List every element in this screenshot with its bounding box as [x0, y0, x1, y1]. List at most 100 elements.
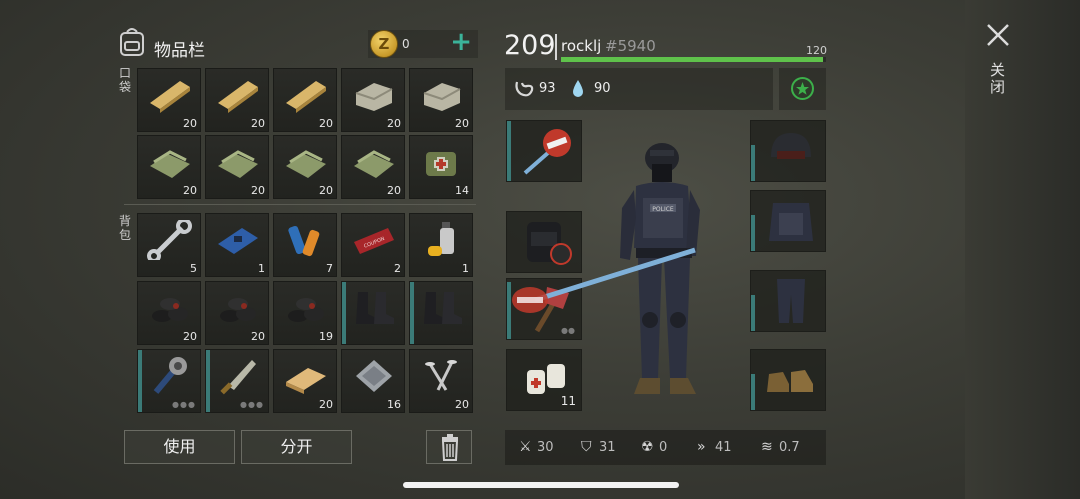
- stop-sign-weapon-icon: [517, 125, 577, 181]
- close-icon[interactable]: [985, 22, 1011, 48]
- trash-button[interactable]: [426, 430, 472, 464]
- item-count: 7: [326, 262, 333, 275]
- svg-text:POLICE: POLICE: [652, 206, 674, 213]
- item-count: 19: [319, 330, 333, 343]
- pocket-slot-cloth[interactable]: 20: [137, 135, 201, 199]
- trash-icon: [441, 434, 459, 461]
- backpack-slot-spray-can[interactable]: 1: [409, 213, 473, 277]
- item-count: 20: [387, 184, 401, 197]
- home-indicator: [403, 482, 679, 488]
- right-shade: [965, 0, 1080, 499]
- quality-dots: ●●: [561, 326, 575, 335]
- durability-bar: [206, 350, 210, 412]
- armor-value: 31: [599, 440, 616, 455]
- equip-slot-tactical-pants[interactable]: [750, 270, 826, 332]
- held-weapon: [512, 247, 696, 313]
- item-count: 16: [387, 398, 401, 411]
- backpack-slot-batteries[interactable]: 7: [273, 213, 337, 277]
- food-value: 93: [539, 81, 556, 96]
- player-id: #5940: [605, 37, 656, 55]
- speed-stat: » 41: [697, 439, 732, 455]
- xp-bar: [561, 57, 826, 62]
- coin-count: 0: [402, 37, 410, 51]
- pocket-slot-cloth[interactable]: 20: [341, 135, 405, 199]
- quality-dots: ●●●: [172, 400, 196, 409]
- use-button[interactable]: 使用: [124, 430, 235, 464]
- item-count: 20: [183, 117, 197, 130]
- durability-bar: [138, 350, 142, 412]
- backpack-slot-boots[interactable]: [409, 281, 473, 345]
- durability-bar: [342, 282, 346, 344]
- armor-stat: ⛉ 31: [581, 439, 616, 455]
- backpack-slot-coal[interactable]: 20: [137, 281, 201, 345]
- rank-button[interactable]: [779, 68, 826, 110]
- pocket-slot-plank[interactable]: 20: [273, 68, 337, 132]
- item-count: 1: [258, 262, 265, 275]
- backpack-label: 背包: [119, 214, 132, 242]
- backpack-slot-wood-block[interactable]: 20: [273, 349, 337, 413]
- backpack-slot-coal[interactable]: 20: [205, 281, 269, 345]
- running-icon: »: [697, 439, 706, 455]
- pocket-slot-cloth[interactable]: 20: [273, 135, 337, 199]
- backpack-slot-combat-gear-coupon[interactable]: COUPON 2: [341, 213, 405, 277]
- item-count: 20: [387, 117, 401, 130]
- equip-slot-stop-sign-weapon[interactable]: [506, 120, 582, 182]
- attack-value: 30: [537, 440, 554, 455]
- item-count: 20: [319, 398, 333, 411]
- helmet-icon: [761, 125, 821, 181]
- backpack-slot-machete[interactable]: ●●●: [205, 349, 269, 413]
- backpack-slot-metal-plate[interactable]: 16: [341, 349, 405, 413]
- police-vest-icon: [761, 195, 821, 251]
- radiation-value: 0: [659, 440, 668, 455]
- stealth-icon: ≋: [761, 439, 773, 455]
- pocket-slot-stone[interactable]: 20: [341, 68, 405, 132]
- item-count: 5: [190, 262, 197, 275]
- inventory-header: 物品栏 Z 0 +: [118, 26, 478, 62]
- backpack-slot-spiked-club[interactable]: ●●●: [137, 349, 201, 413]
- equip-slot-police-vest[interactable]: [750, 190, 826, 252]
- item-count: 2: [394, 262, 401, 275]
- pocket-slot-stone[interactable]: 20: [409, 68, 473, 132]
- sword-icon: ⚔: [519, 439, 532, 455]
- pocket-slot-cloth[interactable]: 20: [205, 135, 269, 199]
- item-count: 20: [251, 184, 265, 197]
- stealth-value: 0.7: [779, 440, 800, 455]
- player-level: 209: [504, 30, 556, 61]
- item-count: 20: [183, 184, 197, 197]
- pocket-slot-plank[interactable]: 20: [205, 68, 269, 132]
- defense-stats-bar: ⚔ 30 ⛉ 31 ☢ 0 » 41 ≋ 0.7: [505, 430, 826, 465]
- player-name: rocklj: [561, 37, 602, 55]
- pocket-slot-plank[interactable]: 20: [137, 68, 201, 132]
- name-separator: [555, 34, 557, 60]
- tactical-pants-icon: [761, 275, 821, 331]
- quality-dots: ●●●: [240, 400, 264, 409]
- radiation-icon: ☢: [641, 439, 654, 455]
- equip-slot-work-boots[interactable]: [750, 349, 826, 411]
- equip-slot-helmet[interactable]: [750, 120, 826, 182]
- backpack-slot-coal[interactable]: 19: [273, 281, 337, 345]
- close-label[interactable]: 关闭: [990, 62, 1006, 96]
- item-count: 20: [251, 117, 265, 130]
- item-count: 20: [183, 330, 197, 343]
- item-count: 20: [455, 117, 469, 130]
- pockets-label: 口袋: [119, 66, 132, 94]
- stomach-icon: [515, 81, 534, 97]
- backpack-slot-wrench[interactable]: 5: [137, 213, 201, 277]
- split-button[interactable]: 分开: [241, 430, 352, 464]
- durability-bar: [751, 145, 755, 181]
- inventory-title: 物品栏: [154, 41, 205, 61]
- item-count: 11: [560, 394, 576, 408]
- item-count: 20: [455, 398, 469, 411]
- item-count: 1: [462, 262, 469, 275]
- water-value: 90: [594, 81, 611, 96]
- pocket-slot-medkit-bag[interactable]: 14: [409, 135, 473, 199]
- stealth-stat: ≋ 0.7: [761, 439, 800, 455]
- attack-stat: ⚔ 30: [519, 439, 554, 455]
- add-coins-button[interactable]: +: [450, 28, 472, 56]
- equip-slot-bandages[interactable]: 11: [506, 349, 582, 411]
- vitals-panel: 93 90: [505, 68, 773, 110]
- xp-bar-fill: [561, 57, 824, 62]
- backpack-slot-boots[interactable]: [341, 281, 405, 345]
- backpack-slot-nails[interactable]: 20: [409, 349, 473, 413]
- backpack-slot-circuit-board[interactable]: 1: [205, 213, 269, 277]
